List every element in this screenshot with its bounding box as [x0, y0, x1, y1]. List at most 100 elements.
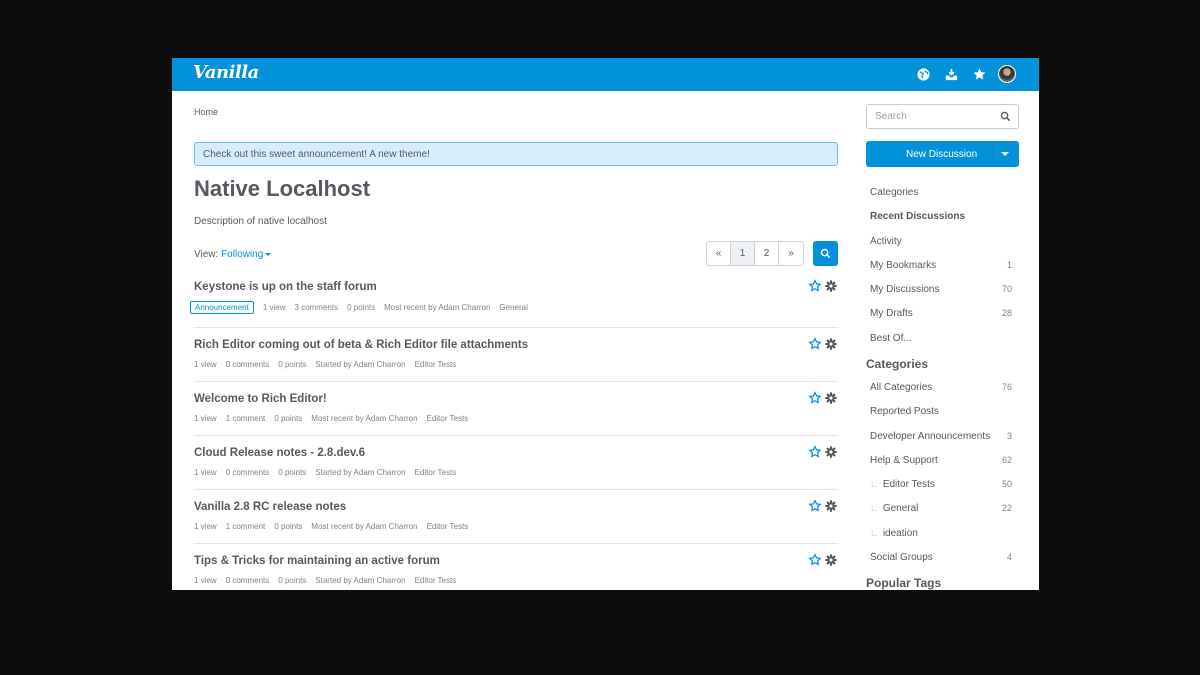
comments-count: 3 comments	[294, 303, 339, 312]
popular-tags-heading: Popular Tags	[866, 576, 942, 590]
sidebar-item-my-bookmarks[interactable]: My Bookmarks 1	[870, 260, 1012, 271]
views-count: 1 view	[194, 360, 217, 369]
sidebar-item-label: Activity	[870, 236, 902, 247]
category-help-support[interactable]: Help & Support 62	[870, 455, 1012, 466]
breadcrumb[interactable]: Home	[194, 107, 218, 117]
category-ideation[interactable]: ∟ ideation	[870, 528, 1012, 539]
category-link[interactable]: Editor Tests	[415, 360, 457, 369]
divider	[194, 381, 838, 382]
globe-icon[interactable]	[915, 66, 932, 83]
discussion-item[interactable]: Cloud Release notes - 2.8.dev.6 1 view 0…	[194, 445, 838, 490]
sidebar-item-activity[interactable]: Activity	[870, 236, 1012, 247]
discussion-title[interactable]: Keystone is up on the staff forum	[194, 281, 838, 293]
gear-icon[interactable]	[824, 279, 838, 293]
top-bar: Vanilla	[172, 58, 1039, 91]
discussion-title[interactable]: Welcome to Rich Editor!	[194, 393, 838, 405]
discussion-meta: 1 view 0 comments 0 points Started by Ad…	[194, 468, 465, 477]
category-editor-tests[interactable]: ∟ Editor Tests 50	[870, 479, 1012, 490]
category-reported-posts[interactable]: Reported Posts	[870, 406, 1012, 417]
author-link[interactable]: Started by Adam Charron	[315, 576, 405, 585]
category-label: Social Groups	[870, 552, 933, 563]
new-discussion-button[interactable]: New Discussion	[866, 141, 1019, 167]
page-description: Description of native localhost	[194, 216, 327, 227]
sidebar-item-my-discussions[interactable]: My Discussions 70	[870, 284, 1012, 295]
discussion-item[interactable]: Tips & Tricks for maintaining an active …	[194, 553, 838, 585]
category-link[interactable]: Editor Tests	[415, 468, 457, 477]
star-icon[interactable]	[971, 66, 988, 83]
view-dropdown[interactable]: Following	[221, 249, 272, 260]
discussion-item[interactable]: Keystone is up on the staff forum Announ…	[190, 279, 838, 328]
category-all-categories[interactable]: All Categories 76	[870, 382, 1012, 393]
author-link[interactable]: Most recent by Adam Charron	[311, 414, 417, 423]
categories-heading: Categories	[866, 357, 929, 371]
category-link[interactable]: Editor Tests	[427, 522, 469, 531]
discussion-item[interactable]: Vanilla 2.8 RC release notes 1 view 1 co…	[194, 499, 838, 544]
sidebar-item-my-drafts[interactable]: My Drafts 28	[870, 308, 1012, 319]
comments-count: 0 comments	[225, 360, 270, 369]
discussion-meta: 1 view 1 comment 0 points Most recent by…	[194, 414, 477, 423]
views-count: 1 view	[194, 414, 217, 423]
bookmark-star-icon[interactable]	[808, 337, 822, 351]
search-discussions-button[interactable]	[813, 241, 838, 266]
author-link[interactable]: Most recent by Adam Charron	[384, 303, 490, 312]
subcategory-marker-icon: ∟	[870, 479, 879, 489]
category-count: 4	[1006, 552, 1012, 562]
sidebar-item-label: Recent Discussions	[870, 211, 966, 222]
discussion-title[interactable]: Tips & Tricks for maintaining an active …	[194, 555, 838, 567]
divider	[194, 435, 838, 436]
bookmark-star-icon[interactable]	[808, 499, 822, 513]
pager-page-2[interactable]: 2	[755, 242, 779, 265]
bookmark-star-icon[interactable]	[808, 553, 822, 567]
category-link[interactable]: Editor Tests	[415, 576, 457, 585]
category-developer-announcements[interactable]: Developer Announcements 3	[870, 431, 1012, 442]
category-count: 76	[1001, 382, 1012, 392]
views-count: 1 view	[194, 576, 217, 585]
comments-count: 1 comment	[225, 414, 266, 423]
caret-down-icon[interactable]	[1001, 152, 1009, 156]
gear-icon[interactable]	[824, 337, 838, 351]
discussion-item[interactable]: Rich Editor coming out of beta & Rich Ed…	[194, 337, 838, 382]
inbox-icon[interactable]	[943, 66, 960, 83]
gear-icon[interactable]	[824, 391, 838, 405]
discussion-title[interactable]: Cloud Release notes - 2.8.dev.6	[194, 447, 838, 459]
sidebar-item-categories[interactable]: Categories	[870, 187, 1012, 198]
sidebar-item-best-of[interactable]: Best Of...	[870, 333, 1012, 344]
view-label: View:	[194, 249, 219, 260]
category-general[interactable]: ∟ General 22	[870, 503, 1012, 514]
discussion-title[interactable]: Vanilla 2.8 RC release notes	[194, 501, 838, 513]
comments-count: 0 comments	[225, 576, 270, 585]
author-link[interactable]: Most recent by Adam Charron	[311, 522, 417, 531]
category-social-groups[interactable]: Social Groups 4	[870, 552, 1012, 563]
pager-next-button[interactable]: »	[779, 242, 803, 265]
gear-icon[interactable]	[824, 553, 838, 567]
avatar[interactable]	[998, 65, 1016, 83]
pager-page-1[interactable]: 1	[731, 242, 755, 265]
pager-prev-button[interactable]: «	[707, 242, 731, 265]
author-link[interactable]: Started by Adam Charron	[315, 468, 405, 477]
sidebar-item-label: My Drafts	[870, 308, 913, 319]
discussion-options	[808, 553, 838, 567]
category-label: Help & Support	[870, 455, 938, 466]
discussion-title[interactable]: Rich Editor coming out of beta & Rich Ed…	[194, 339, 838, 351]
vanilla-logo[interactable]: Vanilla	[193, 62, 259, 83]
sidebar-item-recent-discussions[interactable]: Recent Discussions	[870, 211, 1012, 222]
category-link[interactable]: Editor Tests	[427, 414, 469, 423]
gear-icon[interactable]	[824, 445, 838, 459]
search-icon[interactable]	[1000, 111, 1011, 122]
bookmark-star-icon[interactable]	[808, 279, 822, 293]
sidebar-item-label: My Discussions	[870, 284, 940, 295]
gear-icon[interactable]	[824, 499, 838, 513]
app-window: Vanilla Home Check out this sweet announ…	[172, 58, 1039, 590]
sidebar-item-count: 28	[1001, 308, 1012, 318]
search-input[interactable]	[867, 105, 997, 128]
author-link[interactable]: Started by Adam Charron	[315, 360, 405, 369]
category-label: Developer Announcements	[870, 431, 991, 442]
category-link[interactable]: General	[499, 303, 527, 312]
discussion-item[interactable]: Welcome to Rich Editor! 1 view 1 comment…	[194, 391, 838, 436]
category-label: All Categories	[870, 382, 933, 393]
category-count: 22	[1001, 503, 1012, 513]
bookmark-star-icon[interactable]	[808, 445, 822, 459]
bookmark-star-icon[interactable]	[808, 391, 822, 405]
sidebar-item-label: Best Of...	[870, 333, 912, 344]
points-count: 0 points	[274, 522, 303, 531]
